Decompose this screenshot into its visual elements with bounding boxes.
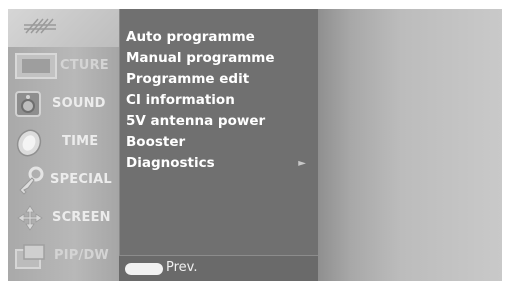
menu-item-label: 5V antenna power xyxy=(126,113,266,129)
menu-item-label: Programme edit xyxy=(126,71,250,87)
menu-item-diagnostics[interactable]: Diagnostics ► xyxy=(126,153,314,174)
menu-item-label: Diagnostics xyxy=(126,155,215,171)
background-area xyxy=(318,9,502,281)
menu-item-ci-information[interactable]: CI information xyxy=(126,90,314,111)
sidebar-item-label: PIP/DW xyxy=(54,248,109,263)
time-icon xyxy=(16,129,42,157)
sidebar-item-sound[interactable]: SOUND xyxy=(8,85,119,123)
menu-item-5v-antenna-power[interactable]: 5V antenna power xyxy=(126,111,314,132)
menu-footer: Prev. xyxy=(119,255,318,281)
sidebar-item-screen[interactable]: SCREEN xyxy=(8,199,119,237)
sound-icon xyxy=(15,91,41,117)
pip-icon xyxy=(15,244,45,269)
sidebar-item-label: TIME xyxy=(62,134,99,149)
picture-icon xyxy=(15,53,57,79)
menu-item-label: Manual programme xyxy=(126,50,275,66)
setup-icon xyxy=(24,18,56,34)
sidebar-item-picture[interactable]: CTURE xyxy=(8,47,119,85)
prev-button-icon[interactable] xyxy=(125,263,163,275)
sidebar-item-label: SOUND xyxy=(52,96,106,111)
menu-item-booster[interactable]: Booster xyxy=(126,132,314,153)
submenu-arrow-icon: ► xyxy=(298,158,306,169)
tv-screen: CTURE SOUND TIME SPECIAL SCREEN PIP/DW A… xyxy=(8,9,502,281)
sidebar-header xyxy=(8,9,119,47)
prev-label: Prev. xyxy=(166,260,198,275)
sidebar: CTURE SOUND TIME SPECIAL SCREEN PIP/DW xyxy=(8,9,119,281)
menu-item-label: Auto programme xyxy=(126,29,255,45)
special-icon xyxy=(19,166,44,195)
sidebar-item-time[interactable]: TIME xyxy=(8,123,119,161)
screen-icon xyxy=(17,205,43,231)
menu-item-manual-programme[interactable]: Manual programme xyxy=(126,48,314,69)
sidebar-item-pip[interactable]: PIP/DW xyxy=(8,237,119,275)
sidebar-item-label: SCREEN xyxy=(52,210,111,225)
menu-item-label: Booster xyxy=(126,134,186,150)
sidebar-item-special[interactable]: SPECIAL xyxy=(8,161,119,199)
sidebar-item-label: CTURE xyxy=(60,58,109,73)
sidebar-item-label: SPECIAL xyxy=(50,172,112,187)
menu-item-auto-programme[interactable]: Auto programme xyxy=(126,27,314,48)
menu-item-label: CI information xyxy=(126,92,235,108)
submenu-panel: Auto programme Manual programme Programm… xyxy=(119,9,318,281)
menu-item-programme-edit[interactable]: Programme edit xyxy=(126,69,314,90)
